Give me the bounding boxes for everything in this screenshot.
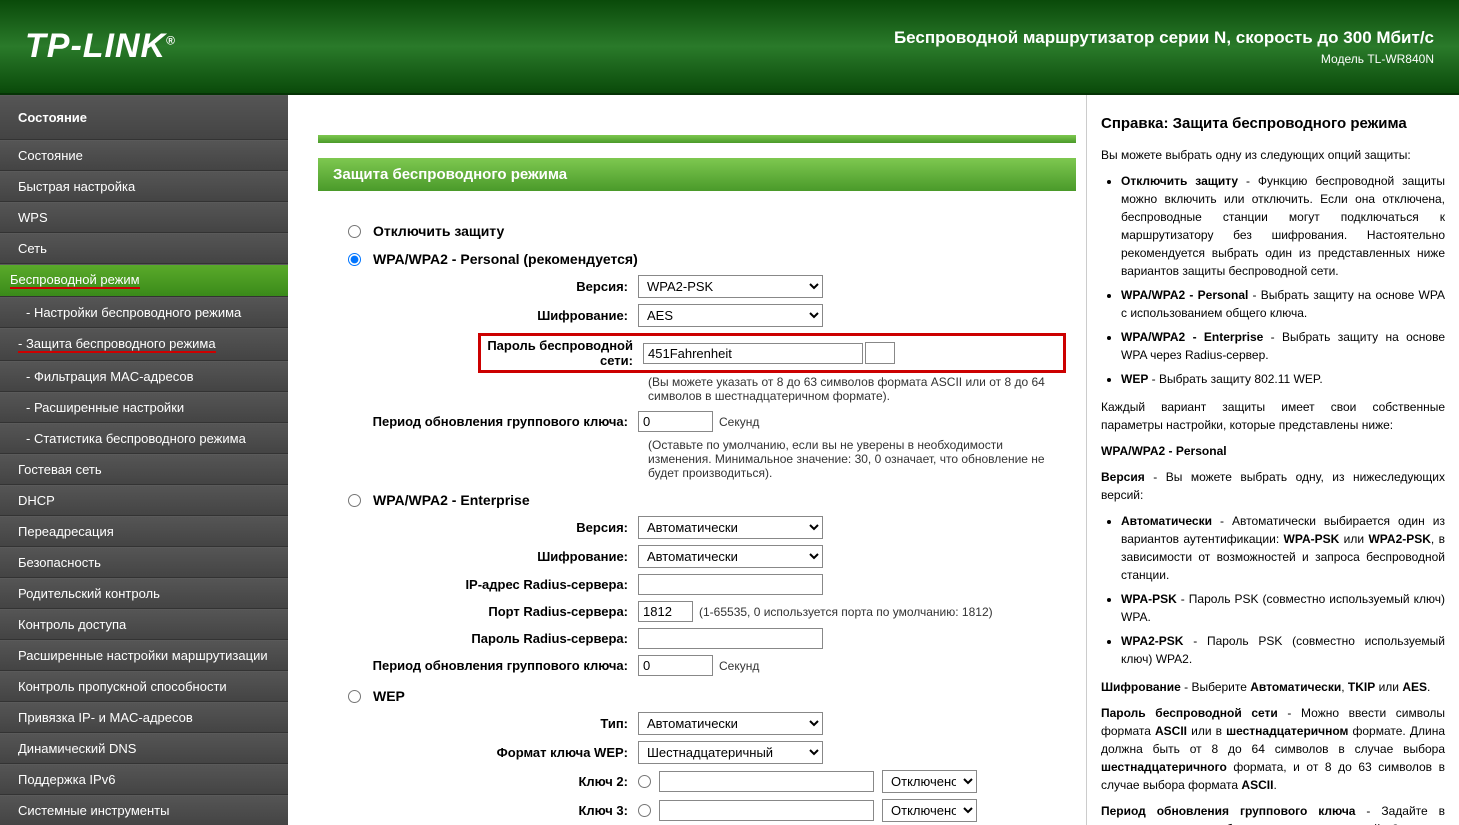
sidebar-item-7[interactable]: - Защита беспроводного режима [0,328,288,361]
label-wep-type: Тип: [328,716,638,731]
sidebar-nav: СостояниеСостояниеБыстрая настройкаWPSСе… [0,95,288,825]
hint-radius-port: (1-65535, 0 используется порта по умолча… [699,605,993,619]
sidebar-item-21[interactable]: Поддержка IPv6 [0,764,288,795]
page-title: Защита беспроводного режима [318,158,1076,191]
sidebar-item-5[interactable]: Беспроводной режим [0,264,288,297]
option-wep-label: WEP [373,688,405,704]
sidebar-item-10[interactable]: - Статистика беспроводного режима [0,423,288,454]
radio-wpa-enterprise[interactable] [348,494,361,507]
header-info: Беспроводной маршрутизатор серии N, скор… [894,28,1434,66]
input-psk-password[interactable] [643,343,863,364]
sidebar-item-19[interactable]: Привязка IP- и MAC-адресов [0,702,288,733]
help-item-disable: Отключить защиту - Функцию беспроводной … [1121,172,1445,280]
label-radius-port: Порт Radius-сервера: [328,604,638,619]
unit-seconds-1: Секунд [719,415,759,429]
help-item-wpa2psk: WPA2-PSK - Пароль PSK (совместно использ… [1121,632,1445,668]
select-wep-key2-state[interactable]: Отключено [882,770,977,793]
select-wpa-version[interactable]: WPA2-PSK [638,275,823,298]
header-model: Модель TL-WR840N [894,52,1434,66]
help-gk: Период обновления группового ключа - Зад… [1101,802,1445,825]
radio-wep-key2[interactable] [638,775,651,788]
label-ent-encryption: Шифрование: [328,549,638,564]
sidebar-item-16[interactable]: Контроль доступа [0,609,288,640]
label-wep-key3: Ключ 3: [328,803,638,818]
help-item-wpa-enterprise: WPA/WPA2 - Enterprise - Выбрать защиту н… [1121,328,1445,364]
input-radius-port[interactable] [638,601,693,622]
option-wpa-personal-label: WPA/WPA2 - Personal (рекомендуется) [373,251,638,267]
sidebar-item-15[interactable]: Родительский контроль [0,578,288,609]
sidebar-item-18[interactable]: Контроль пропускной способности [0,671,288,702]
option-wpa-enterprise-label: WPA/WPA2 - Enterprise [373,492,530,508]
sidebar-item-12[interactable]: DHCP [0,485,288,516]
input-wep-key2[interactable] [659,771,874,792]
divider [318,135,1076,143]
option-disable-security[interactable]: Отключить защиту [348,223,1066,239]
label-radius-ip: IP-адрес Radius-сервера: [328,577,638,592]
help-encryption: Шифрование - Выберите Автоматически, TKI… [1101,678,1445,696]
help-h-wpa: WPA/WPA2 - Personal [1101,442,1445,460]
hint-group-key: (Оставьте по умолчанию, если вы не увере… [648,438,1066,480]
input-radius-pw[interactable] [638,628,823,649]
help-version: Версия - Вы можете выбрать одну, из ниже… [1101,468,1445,504]
select-ent-encryption[interactable]: Автоматически [638,545,823,568]
help-panel: Справка: Защита беспроводного режима Вы … [1087,95,1459,825]
main-content: Защита беспроводного режима Отключить за… [288,95,1087,825]
brand-logo: TP-LINK® [25,27,176,66]
help-item-wpa-personal: WPA/WPA2 - Personal - Выбрать защиту на … [1121,286,1445,322]
header-title: Беспроводной маршрутизатор серии N, скор… [894,28,1434,48]
option-wpa-enterprise[interactable]: WPA/WPA2 - Enterprise [348,492,1066,508]
radio-disable[interactable] [348,225,361,238]
label-version: Версия: [328,279,638,294]
help-title: Справка: Защита беспроводного режима [1101,113,1445,136]
option-wpa-personal[interactable]: WPA/WPA2 - Personal (рекомендуется) [348,251,1066,267]
option-wep[interactable]: WEP [348,688,1066,704]
help-item-wpapsk: WPA-PSK - Пароль PSK (совместно использу… [1121,590,1445,626]
label-wep-key2: Ключ 2: [328,774,638,789]
sidebar-item-3[interactable]: WPS [0,202,288,233]
sidebar-item-6[interactable]: - Настройки беспроводного режима [0,297,288,328]
help-p2: Каждый вариант защиты имеет свои собстве… [1101,398,1445,434]
sidebar-item-0[interactable]: Состояние [0,95,288,140]
highlighted-password-row: Пароль беспроводной сети: [478,333,1066,373]
radio-wep-key3[interactable] [638,804,651,817]
label-group-key-2: Период обновления группового ключа: [328,658,638,673]
input-wep-key3[interactable] [659,800,874,821]
radio-wpa-personal[interactable] [348,253,361,266]
select-wpa-encryption[interactable]: AES [638,304,823,327]
sidebar-item-1[interactable]: Состояние [0,140,288,171]
label-psk-password: Пароль беспроводной сети: [483,338,643,368]
select-ent-version[interactable]: Автоматически [638,516,823,539]
sidebar-item-14[interactable]: Безопасность [0,547,288,578]
label-ent-version: Версия: [328,520,638,535]
label-group-key: Период обновления группового ключа: [328,414,638,429]
sidebar-item-4[interactable]: Сеть [0,233,288,264]
hint-psk: (Вы можете указать от 8 до 63 символов ф… [648,375,1066,403]
select-wep-format[interactable]: Шестнадцатеричный [638,741,823,764]
sidebar-item-11[interactable]: Гостевая сеть [0,454,288,485]
sidebar-item-17[interactable]: Расширенные настройки маршрутизации [0,640,288,671]
password-toggle[interactable] [865,342,895,364]
sidebar-item-13[interactable]: Переадресация [0,516,288,547]
sidebar-item-22[interactable]: Системные инструменты [0,795,288,825]
select-wep-type[interactable]: Автоматически [638,712,823,735]
label-radius-pw: Пароль Radius-сервера: [328,631,638,646]
help-intro: Вы можете выбрать одну из следующих опци… [1101,146,1445,164]
help-psk: Пароль беспроводной сети - Можно ввести … [1101,704,1445,794]
radio-wep[interactable] [348,690,361,703]
sidebar-item-9[interactable]: - Расширенные настройки [0,392,288,423]
sidebar-item-2[interactable]: Быстрая настройка [0,171,288,202]
help-item-wep: WEP - Выбрать защиту 802.11 WEP. [1121,370,1445,388]
input-group-key-1[interactable] [638,411,713,432]
input-group-key-2[interactable] [638,655,713,676]
label-wep-format: Формат ключа WEP: [328,745,638,760]
unit-seconds-2: Секунд [719,659,759,673]
help-item-auto: Автоматически - Автоматически выбирается… [1121,512,1445,584]
input-radius-ip[interactable] [638,574,823,595]
select-wep-key3-state[interactable]: Отключено [882,799,977,822]
sidebar-item-20[interactable]: Динамический DNS [0,733,288,764]
option-disable-label: Отключить защиту [373,223,504,239]
label-encryption: Шифрование: [328,308,638,323]
sidebar-item-8[interactable]: - Фильтрация MAC-адресов [0,361,288,392]
app-header: TP-LINK® Беспроводной маршрутизатор сери… [0,0,1459,95]
